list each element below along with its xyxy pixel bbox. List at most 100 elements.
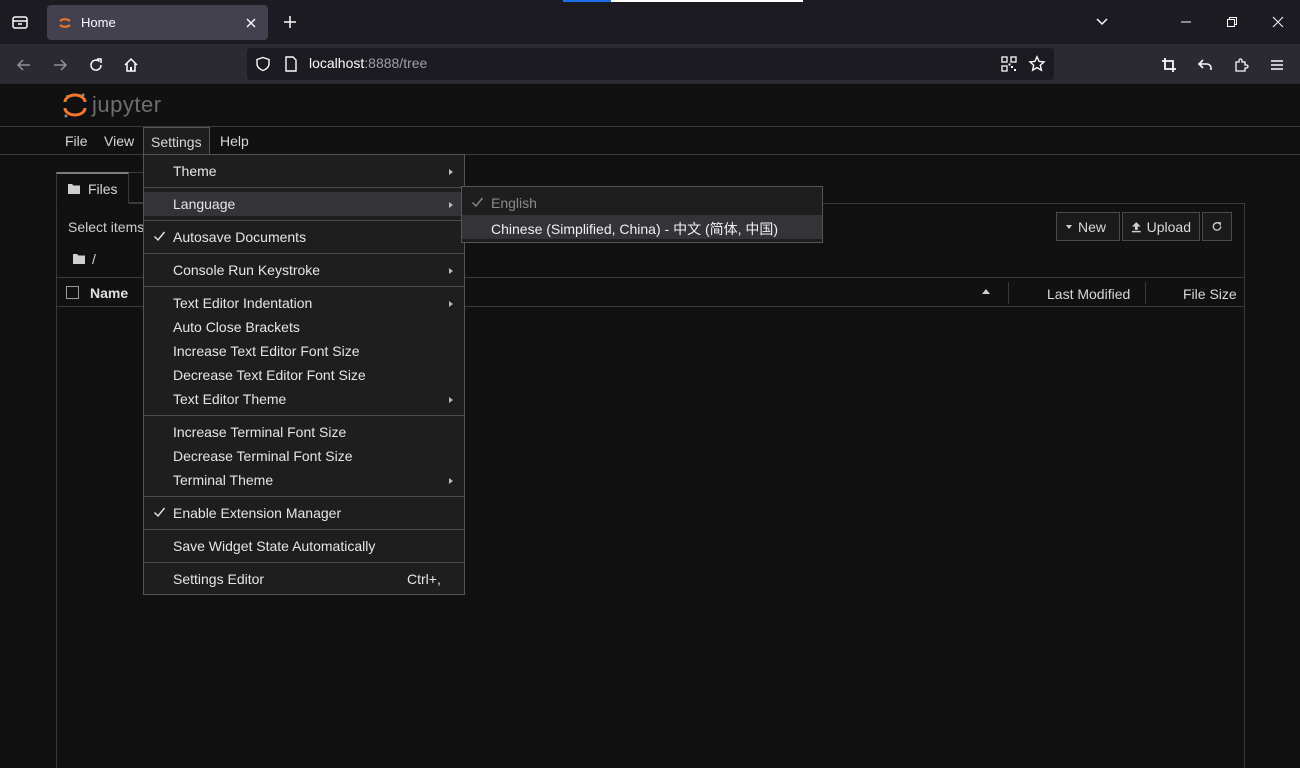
tracking-protection-shield-icon[interactable] xyxy=(255,56,271,72)
jupyter-logo-icon xyxy=(63,93,87,118)
jupyter-favicon-icon xyxy=(59,17,71,28)
menu-item-theme[interactable]: Theme xyxy=(144,159,464,183)
page-info-icon[interactable] xyxy=(284,56,298,72)
close-tab-icon[interactable] xyxy=(240,12,262,34)
menu-separator xyxy=(144,415,464,416)
upload-button[interactable]: Upload xyxy=(1122,212,1200,241)
refresh-icon xyxy=(1212,222,1222,231)
menu-separator xyxy=(144,253,464,254)
select-all-checkbox[interactable] xyxy=(66,286,79,299)
tab-files-label: Files xyxy=(88,180,118,197)
home-icon[interactable] xyxy=(118,52,144,78)
jupyter-header: jupyter xyxy=(0,85,1300,127)
extensions-icon[interactable] xyxy=(1228,52,1254,78)
menu-item-increase-terminal-font[interactable]: Increase Terminal Font Size xyxy=(144,420,464,444)
menu-item-decrease-editor-font[interactable]: Decrease Text Editor Font Size xyxy=(144,363,464,387)
menu-settings[interactable]: Settings xyxy=(143,127,210,155)
folder-icon xyxy=(68,183,80,194)
new-tab-icon[interactable] xyxy=(278,10,302,34)
qr-code-icon[interactable] xyxy=(1001,56,1017,72)
submenu-arrow-icon xyxy=(449,301,453,307)
forward-icon[interactable] xyxy=(47,52,73,78)
language-option-chinese[interactable]: Chinese (Simplified, China) - 中文 (简体, 中国… xyxy=(462,215,822,239)
browser-nav-bar: localhost:8888/tree xyxy=(0,44,1300,85)
menu-separator xyxy=(144,562,464,563)
column-last-modified[interactable]: Last Modified xyxy=(1047,286,1130,302)
url-text[interactable]: localhost:8888/tree xyxy=(309,55,427,71)
upload-button-label: Upload xyxy=(1146,218,1191,235)
back-icon[interactable] xyxy=(11,52,37,78)
checkmark-icon xyxy=(472,197,484,208)
menu-help[interactable]: Help xyxy=(213,127,256,155)
menu-item-enable-extension-manager[interactable]: Enable Extension Manager xyxy=(144,501,464,525)
restore-icon[interactable] xyxy=(1220,10,1244,34)
submenu-arrow-icon xyxy=(449,397,453,403)
menu-item-label: Theme xyxy=(173,163,217,179)
menu-item-label: Autosave Documents xyxy=(173,229,307,245)
menu-item-language[interactable]: Language xyxy=(144,192,464,216)
menu-item-label: Decrease Text Editor Font Size xyxy=(173,367,366,383)
column-name[interactable]: Name xyxy=(90,285,128,301)
menu-separator xyxy=(144,529,464,530)
jupyter-logo[interactable]: jupyter xyxy=(62,91,162,119)
menu-item-auto-close-brackets[interactable]: Auto Close Brackets xyxy=(144,315,464,339)
submenu-arrow-icon xyxy=(449,478,453,484)
menu-separator xyxy=(144,187,464,188)
menu-item-settings-editor[interactable]: Settings Editor Ctrl+, xyxy=(144,567,464,591)
breadcrumb[interactable]: / xyxy=(72,251,96,267)
reload-icon[interactable] xyxy=(83,52,109,78)
browser-tab-bar: Home xyxy=(0,0,1300,44)
tab-title: Home xyxy=(81,15,116,30)
column-divider xyxy=(1008,282,1009,304)
menu-item-autosave[interactable]: Autosave Documents xyxy=(144,225,464,249)
jupyter-logo-text: jupyter xyxy=(92,92,162,117)
screenshot-crop-icon[interactable] xyxy=(1156,52,1182,78)
url-path: :8888/tree xyxy=(364,55,428,71)
checkmark-icon xyxy=(154,231,166,242)
window-drag-indicator xyxy=(563,0,803,2)
list-all-tabs-icon[interactable] xyxy=(1090,10,1114,34)
language-submenu: English Chinese (Simplified, China) - 中文… xyxy=(461,186,823,243)
menu-item-text-editor-indentation[interactable]: Text Editor Indentation xyxy=(144,291,464,315)
menu-item-label: Terminal Theme xyxy=(173,472,274,488)
menu-item-label: Save Widget State Automatically xyxy=(173,538,376,554)
menu-item-terminal-theme[interactable]: Terminal Theme xyxy=(144,468,464,492)
menu-view[interactable]: View xyxy=(97,127,141,155)
bookmark-star-icon[interactable] xyxy=(1028,55,1046,73)
tab-files[interactable]: Files xyxy=(56,172,129,204)
menu-file[interactable]: File xyxy=(58,127,95,155)
undo-arrow-icon[interactable] xyxy=(1192,52,1218,78)
tab-list-icon[interactable] xyxy=(8,10,32,34)
new-button-label: New xyxy=(1078,218,1107,235)
menu-item-label: Decrease Terminal Font Size xyxy=(173,448,353,464)
menu-item-label: Increase Text Editor Font Size xyxy=(173,343,360,359)
menu-separator xyxy=(144,286,464,287)
app-menu-icon[interactable] xyxy=(1264,52,1290,78)
language-option-label: Chinese (Simplified, China) - 中文 (简体, 中国… xyxy=(491,221,779,237)
address-bar[interactable]: localhost:8888/tree xyxy=(247,48,1054,80)
new-button[interactable]: New xyxy=(1056,212,1120,241)
menu-item-label: Console Run Keystroke xyxy=(173,262,321,278)
column-divider xyxy=(1145,282,1146,304)
menu-item-save-widget-state[interactable]: Save Widget State Automatically xyxy=(144,534,464,558)
menu-item-console-run-keystroke[interactable]: Console Run Keystroke xyxy=(144,258,464,282)
breadcrumb-root[interactable]: / xyxy=(92,251,96,267)
upload-icon xyxy=(1131,221,1141,232)
menu-item-text-editor-theme[interactable]: Text Editor Theme xyxy=(144,387,464,411)
close-window-icon[interactable] xyxy=(1266,10,1290,34)
refresh-button[interactable] xyxy=(1202,212,1232,241)
column-file-size[interactable]: File Size xyxy=(1183,286,1237,302)
minimize-icon[interactable] xyxy=(1174,10,1198,34)
checkmark-icon xyxy=(154,507,166,518)
folder-icon xyxy=(73,254,85,264)
menu-item-label: Increase Terminal Font Size xyxy=(173,424,347,440)
submenu-arrow-icon xyxy=(449,169,453,175)
language-option-label: English xyxy=(491,195,537,211)
sort-ascending-icon[interactable] xyxy=(982,289,990,294)
language-option-english[interactable]: English xyxy=(462,191,822,215)
menu-item-decrease-terminal-font[interactable]: Decrease Terminal Font Size xyxy=(144,444,464,468)
menu-item-label: Text Editor Indentation xyxy=(173,295,313,311)
menu-item-increase-editor-font[interactable]: Increase Text Editor Font Size xyxy=(144,339,464,363)
browser-tab[interactable]: Home xyxy=(47,5,268,40)
menu-separator xyxy=(144,220,464,221)
